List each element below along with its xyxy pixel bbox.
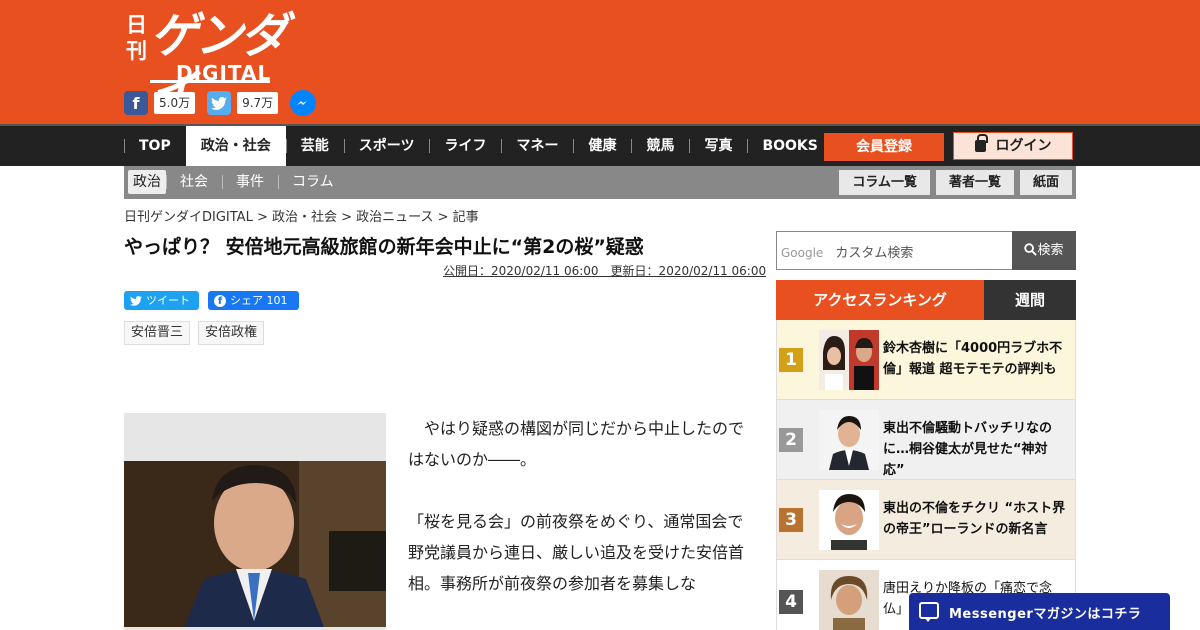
search-brand: Google — [781, 246, 824, 260]
social-follow: f 5.0万 9.7万 — [124, 90, 317, 116]
ranking-title: 東出不倫騒動トバッチリなのに…桐谷健太が見せた“神対応” — [883, 421, 1053, 478]
nav-item-books[interactable]: BOOKS — [747, 126, 832, 166]
search-input[interactable]: Google カスタム検索 — [781, 242, 913, 261]
messenger-bar-label: Messengerマガジンはコチラ — [949, 607, 1142, 622]
login-label: ログイン — [995, 138, 1052, 154]
rank-number: 4 — [779, 590, 803, 614]
logo-kan: 日刊 — [126, 13, 147, 63]
search-icon — [1024, 243, 1038, 256]
rank-number: 2 — [779, 428, 803, 452]
twitter-icon — [130, 295, 142, 306]
ranking-item[interactable]: 2 東出不倫騒動トバッチリなのに…桐谷健太が見せた“神対応” — [776, 400, 1076, 480]
breadcrumb[interactable]: 日刊ゲンダイDIGITAL > 政治・社会 > 政治ニュース > 記事 — [124, 206, 479, 225]
facebook-icon: f — [214, 294, 226, 307]
search-button-label: 検索 — [1037, 243, 1064, 258]
twitter-icon[interactable] — [207, 91, 232, 115]
ranking-item[interactable]: 1 鈴木杏樹に「4000円ラブホ不倫」報道 超モテモテの評判も — [776, 320, 1076, 400]
tag-abe-shinzo[interactable]: 安倍晋三 — [124, 321, 191, 345]
ranking-item[interactable]: 3 東出の不倫をチクリ “ホスト界の帝王”ローランドの新名言 — [776, 480, 1076, 560]
facebook-count: 5.0万 — [154, 92, 196, 114]
paper-button[interactable]: 紙面 — [1019, 170, 1072, 195]
ranking-title: 東出の不倫をチクリ “ホスト界の帝王”ローランドの新名言 — [883, 501, 1066, 537]
facebook-share-button[interactable]: f シェア 101 — [208, 291, 299, 310]
nav-item-keiba[interactable]: 競馬 — [631, 126, 689, 166]
subnav-item-incident[interactable]: 事件 — [222, 170, 278, 194]
tag-abe-government[interactable]: 安倍政権 — [198, 321, 265, 345]
article-photo[interactable] — [124, 413, 386, 630]
share-label: シェア 101 — [230, 294, 288, 307]
tweet-label: ツイート — [146, 294, 190, 307]
tweet-button[interactable]: ツイート — [124, 291, 199, 310]
nav-item-top[interactable]: TOP — [124, 126, 186, 166]
login-button[interactable]: ログイン — [953, 132, 1073, 160]
ranking-thumbnail — [819, 570, 879, 630]
search-button[interactable]: 検索 — [1012, 231, 1076, 270]
nav-item-politics[interactable]: 政治・社会 — [185, 126, 286, 166]
nav-item-photo[interactable]: 写真 — [689, 126, 747, 166]
article-dates: 公開日：2020/02/11 06:00 更新日：2020/02/11 06:0… — [443, 264, 767, 278]
main-nav: TOP 政治・社会 芸能 スポーツ ライフ マネー 健康 競馬 写真 BOOKS… — [0, 124, 1200, 166]
nav-item-money[interactable]: マネー — [501, 126, 573, 166]
nav-item-sports[interactable]: スポーツ — [343, 126, 430, 166]
nav-item-life[interactable]: ライフ — [429, 126, 501, 166]
nav-item-health[interactable]: 健康 — [573, 126, 631, 166]
lock-icon — [974, 134, 988, 152]
ranking-title: 鈴木杏樹に「4000円ラブホ不倫」報道 超モテモテの評判も — [883, 341, 1063, 377]
article-body: やはり疑惑の構図が同じだから中止したのではないのか――。 「桜を見る会」の前夜祭… — [408, 413, 753, 630]
site-search: Google カスタム検索 検索 — [776, 231, 1076, 270]
share-buttons: ツイート f シェア 101 — [124, 291, 299, 310]
article-tags: 安倍晋三 安倍政権 — [124, 321, 265, 345]
tab-access-ranking[interactable]: アクセスランキング — [776, 280, 984, 320]
rank-number: 1 — [779, 348, 803, 372]
chat-icon — [919, 602, 939, 622]
messenger-icon[interactable] — [290, 90, 317, 116]
site-header: 日刊 ゲンダイ DIGITAL f 5.0万 9.7万 — [0, 0, 1200, 124]
subnav-item-column[interactable]: コラム — [278, 170, 348, 194]
column-list-button[interactable]: コラム一覧 — [839, 170, 930, 195]
search-placeholder: カスタム検索 — [835, 246, 914, 261]
tab-weekly[interactable]: 週間 — [984, 280, 1076, 320]
register-button[interactable]: 会員登録 — [824, 133, 944, 161]
ranking-thumbnail — [819, 410, 879, 470]
subnav-item-politics[interactable]: 政治 — [128, 170, 166, 194]
messenger-magazine-bar[interactable]: Messengerマガジンはコチラ — [909, 593, 1170, 630]
site-logo[interactable]: 日刊 ゲンダイ DIGITAL — [126, 8, 306, 120]
article-photo-image — [124, 461, 386, 627]
author-list-button[interactable]: 著者一覧 — [935, 170, 1014, 195]
article-paragraph: やはり疑惑の構図が同じだから中止したのではないのか――。 — [408, 419, 745, 469]
subnav-item-society[interactable]: 社会 — [166, 170, 222, 194]
facebook-icon[interactable]: f — [124, 91, 148, 115]
ranking-thumbnail — [819, 490, 879, 550]
article-title: やっぱり？ 安倍地元高級旅館の新年会中止に“第2の桜”疑惑 — [124, 236, 644, 258]
article-paragraph: 「桜を見る会」の前夜祭をめぐり、通常国会で野党議員から連日、厳しい追及を受けた安… — [408, 512, 745, 593]
twitter-count: 9.7万 — [237, 92, 279, 114]
ranking-thumbnail — [819, 330, 879, 390]
nav-item-entertainment[interactable]: 芸能 — [285, 126, 344, 166]
sub-nav: 政治 社会 事件 コラム コラム一覧 著者一覧 紙面 — [124, 166, 1076, 199]
rank-number: 3 — [779, 508, 803, 532]
logo-underline — [150, 80, 270, 83]
ranking-tabs: アクセスランキング 週間 — [776, 280, 1076, 320]
